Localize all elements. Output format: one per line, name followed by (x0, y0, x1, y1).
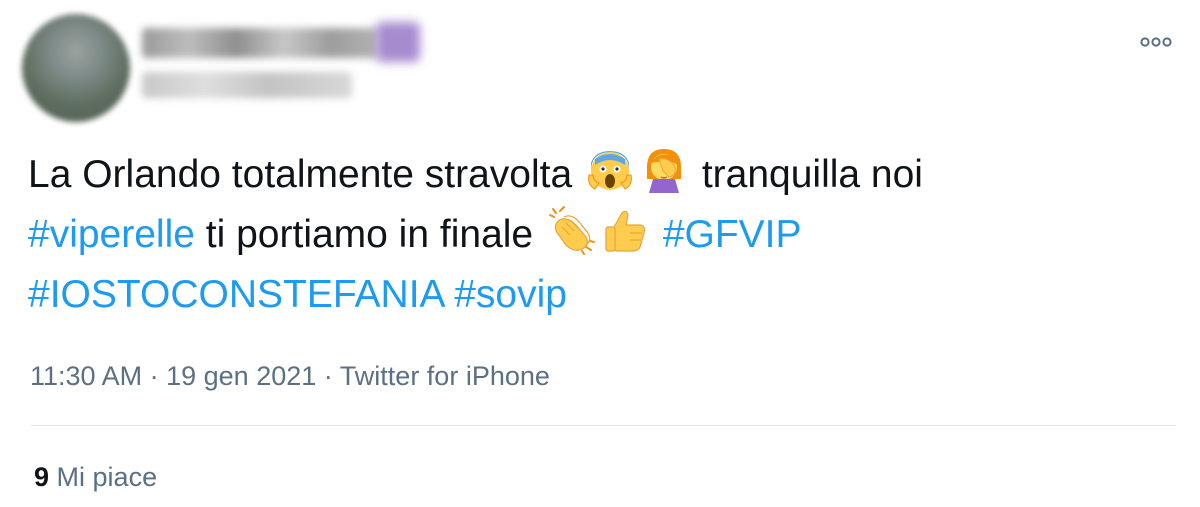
likes-label: Mi piace (56, 462, 158, 492)
face-screaming-in-fear-icon (588, 151, 632, 190)
tweet-metadata: 11:30 AM · 19 gen 2021 · Twitter for iPh… (30, 356, 550, 396)
tweet-text-part: tranquilla noi (701, 153, 923, 196)
tweet-text-part: ti portiamo in finale (205, 213, 534, 256)
meta-separator: · (149, 361, 159, 391)
likes-count: 9 (34, 462, 50, 492)
hashtag-link[interactable]: #viperelle (28, 213, 195, 256)
username-blurred[interactable] (142, 72, 352, 98)
name-emoji-blurred (376, 22, 420, 62)
tweet-text-part: La Orlando totalmente stravolta (28, 153, 573, 196)
avatar[interactable] (22, 14, 130, 122)
tweet-card: La Orlando totalmente stravolta tranquil… (0, 0, 1200, 507)
more-options-icon (1140, 37, 1172, 47)
meta-separator: · (323, 361, 333, 391)
display-name-blurred[interactable] (142, 28, 378, 58)
woman-facepalming-icon (646, 149, 681, 193)
tweet-text: La Orlando totalmente stravolta tranquil… (28, 145, 1168, 325)
hashtag-link[interactable]: #GFVIP (663, 213, 802, 256)
tweet-time[interactable]: 11:30 AM (30, 361, 142, 391)
thumbs-up-icon (605, 210, 646, 252)
hashtag-link[interactable]: #sovip (454, 273, 567, 316)
tweet-source[interactable]: Twitter for iPhone (340, 361, 550, 391)
more-options-button[interactable] (1138, 32, 1174, 52)
hashtag-link[interactable]: #IOSTOCONSTEFANIA (28, 273, 443, 316)
tweet-date[interactable]: 19 gen 2021 (166, 361, 316, 391)
likes-link[interactable]: 9 Mi piace (34, 457, 157, 497)
clapping-hands-icon (548, 206, 595, 255)
divider (30, 425, 1176, 426)
